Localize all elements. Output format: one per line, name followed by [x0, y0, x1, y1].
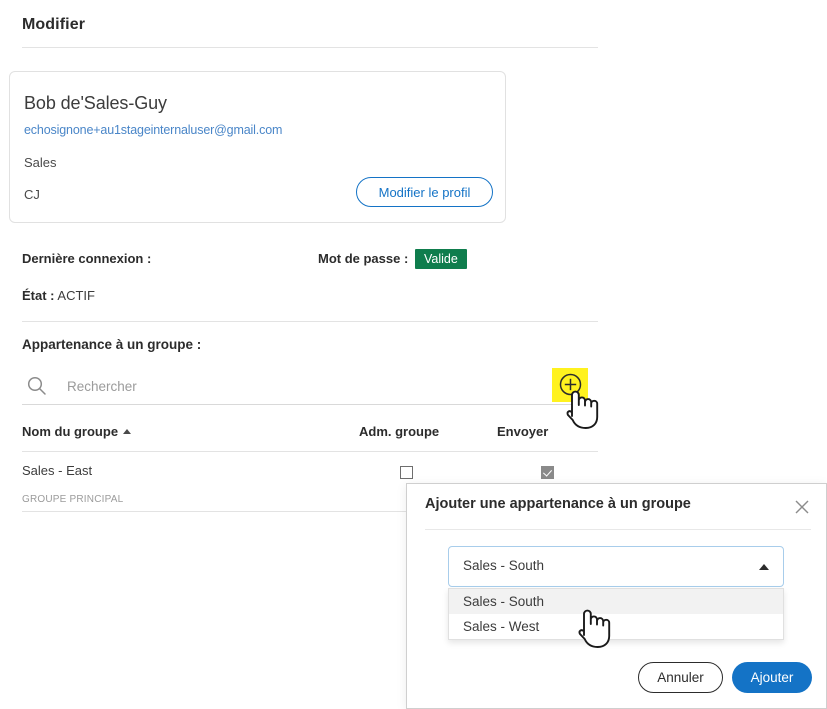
group-select-dropdown: Sales - South Sales - West	[448, 588, 784, 640]
dropdown-option-sales-west[interactable]: Sales - West	[449, 614, 783, 639]
chevron-up-icon	[759, 564, 769, 570]
account-state-value: ACTIF	[57, 288, 95, 303]
profile-name: Bob de'Sales-Guy	[24, 93, 167, 113]
add-button[interactable]: Ajouter	[732, 662, 812, 693]
checkbox-send[interactable]	[541, 466, 554, 479]
profile-initials: CJ	[24, 187, 40, 202]
column-header-send: Envoyer	[497, 424, 549, 439]
profile-card: Bob de'Sales-Guy echosignone+au1stageint…	[9, 71, 506, 223]
dropdown-option-sales-south[interactable]: Sales - South	[449, 589, 783, 614]
profile-email-link[interactable]: echosignone+au1stageinternaluser@gmail.c…	[24, 123, 282, 137]
account-state-label: État :	[22, 288, 55, 303]
cell-group-name: Sales - East	[22, 463, 93, 478]
add-group-membership-modal: Ajouter une appartenance à un groupe Sal…	[406, 483, 827, 709]
modal-footer: Annuler Ajouter	[407, 662, 826, 694]
group-search-row	[22, 371, 598, 405]
checkbox-group-admin[interactable]	[400, 466, 413, 479]
password-status-badge: Valide	[415, 249, 467, 269]
modal-title-divider	[425, 529, 811, 530]
password-label: Mot de passe :	[318, 251, 409, 266]
group-membership-heading: Appartenance à un groupe :	[22, 337, 202, 352]
profile-organization: Sales	[24, 155, 57, 170]
cancel-button[interactable]: Annuler	[638, 662, 723, 693]
close-icon[interactable]	[793, 498, 811, 516]
add-group-membership-button[interactable]	[557, 371, 584, 398]
title-divider	[22, 47, 598, 48]
group-search-input[interactable]	[65, 371, 505, 401]
last-login-label: Dernière connexion :	[22, 251, 152, 266]
edit-profile-button[interactable]: Modifier le profil	[356, 177, 493, 207]
cell-primary-group-tag: GROUPE PRINCIPAL	[22, 494, 124, 505]
group-select-value: Sales - South	[463, 558, 545, 573]
account-state: État : ACTIF	[22, 288, 95, 303]
group-table-header: Nom du groupe Adm. groupe Envoyer	[22, 424, 598, 452]
plus-circle-icon	[557, 373, 584, 401]
group-select[interactable]: Sales - South	[448, 546, 784, 587]
sort-ascending-icon	[123, 429, 132, 434]
column-header-group-name-label: Nom du groupe	[22, 424, 119, 439]
page-title: Modifier	[22, 16, 86, 33]
column-header-group-name[interactable]: Nom du groupe	[22, 424, 132, 439]
search-icon	[26, 375, 48, 397]
section-divider	[22, 321, 598, 322]
modal-title: Ajouter une appartenance à un groupe	[425, 496, 691, 512]
column-header-group-admin: Adm. groupe	[359, 424, 440, 439]
